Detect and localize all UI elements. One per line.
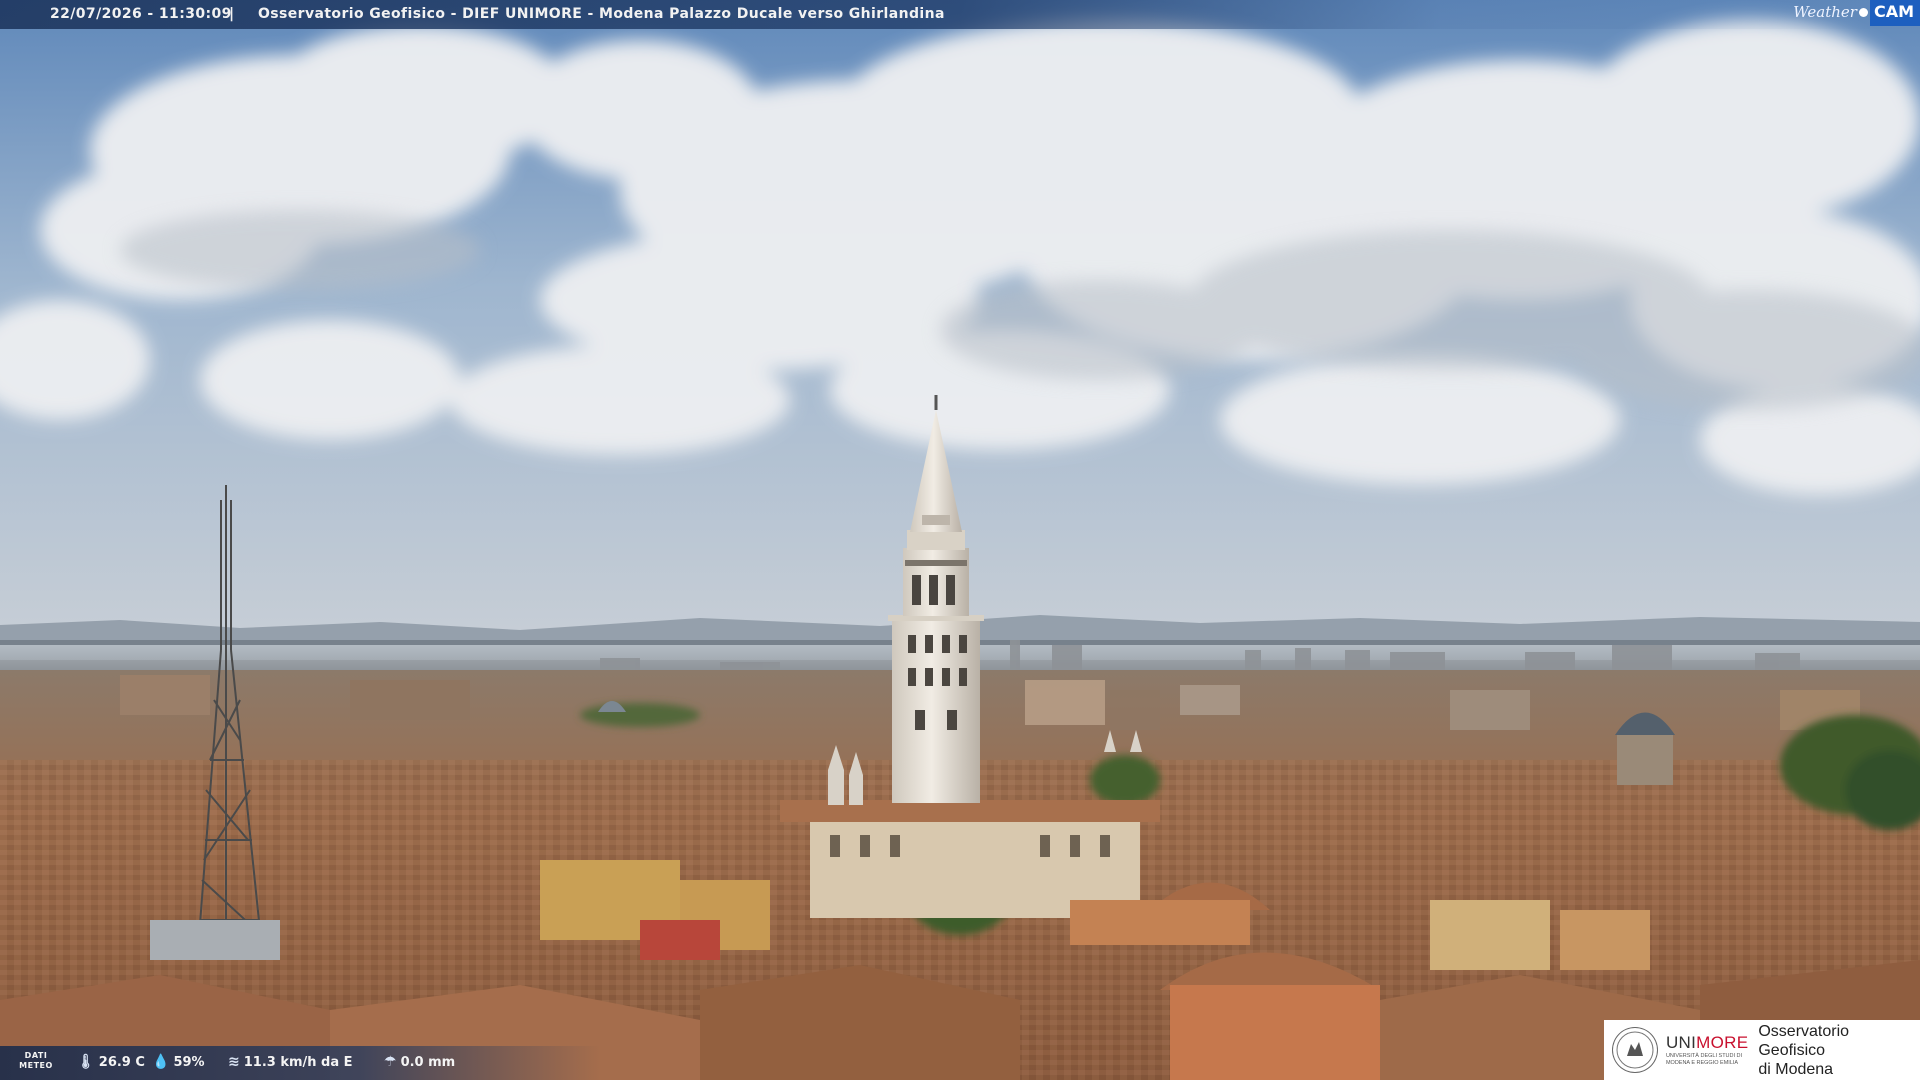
- wind-reading: ≋ 11.3 km/h da E: [228, 1054, 353, 1070]
- wind-icon: ≋: [228, 1054, 240, 1070]
- camera-title: Osservatorio Geofisico - DIEF UNIMORE - …: [258, 6, 945, 22]
- weathercam-logo-weather: Weather: [1793, 3, 1857, 21]
- mast-base: [150, 920, 280, 960]
- wind-value: 11.3 km/h da E: [243, 1054, 353, 1070]
- thermometer-icon: 🌡: [77, 1054, 95, 1070]
- observatory-name: Osservatorio Geofisico di Modena: [1758, 1022, 1850, 1078]
- rain-gauge-icon: ☂: [384, 1054, 397, 1070]
- sun-icon: [1858, 8, 1868, 17]
- humidity-reading: 💧 59%: [152, 1054, 205, 1070]
- caption-bar: 22/07/2026 - 11:30:09 | Osservatorio Geo…: [0, 0, 1920, 29]
- unimore-wordmark: UNIMORE UNIVERSITÀ DEGLI STUDI DI MODENA…: [1665, 1033, 1749, 1066]
- webcam-view: 22/07/2026 - 11:30:09 | Osservatorio Geo…: [0, 0, 1920, 1080]
- observatory-logo: UNIMORE UNIVERSITÀ DEGLI STUDI DI MODENA…: [1604, 1020, 1920, 1080]
- temperature-reading: 🌡 26.9 C: [77, 1054, 145, 1070]
- temperature-value: 26.9 C: [98, 1054, 145, 1070]
- city-panorama: [0, 0, 1920, 1080]
- rain-value: 0.0 mm: [400, 1054, 456, 1070]
- weathercam-logo-cam: CAM: [1869, 0, 1920, 26]
- drop-icon: 💧: [152, 1054, 170, 1070]
- weathercam-logo: Weather CAM: [1787, 0, 1920, 26]
- timestamp: 22/07/2026 - 11:30:09: [50, 6, 232, 22]
- caption-separator: |: [229, 6, 235, 22]
- rain-reading: ☂ 0.0 mm: [384, 1054, 455, 1070]
- humidity-value: 59%: [173, 1054, 205, 1070]
- university-seal-icon: [1612, 1027, 1658, 1073]
- weather-data-strip: DATI METEO 🌡 26.9 C 💧 59% ≋ 11.3 km/h da…: [0, 1046, 600, 1080]
- weather-data-label: DATI METEO: [19, 1051, 53, 1070]
